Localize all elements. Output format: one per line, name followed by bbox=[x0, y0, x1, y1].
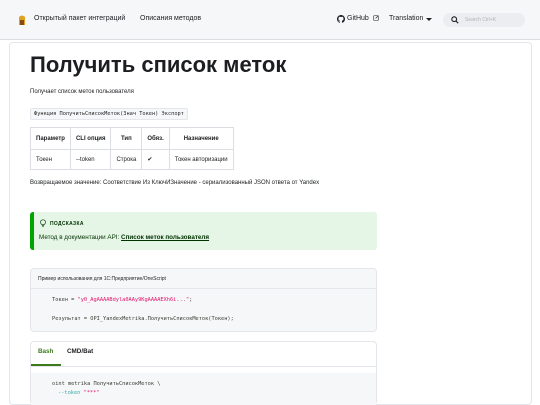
table-header-cell: Обяз. bbox=[141, 127, 170, 150]
lightbulb-icon bbox=[40, 219, 46, 227]
table-cell: Токен bbox=[30, 149, 71, 170]
table-header-cell: Назначение bbox=[168, 127, 234, 150]
divider bbox=[30, 366, 377, 367]
table-cell: Строка bbox=[110, 149, 143, 170]
api-docs-link[interactable]: Список меток пользователя bbox=[121, 234, 209, 241]
table-header-row: Параметр CLI опция Тип Обяз. Назначение bbox=[30, 127, 234, 150]
table-cell: --token bbox=[69, 149, 112, 170]
code-token-var: Токен = bbox=[52, 297, 78, 303]
logo-icon[interactable] bbox=[17, 14, 27, 26]
github-icon[interactable] bbox=[337, 15, 345, 23]
table-header-cell: Тип bbox=[110, 127, 143, 150]
return-value-text: Возвращаемое значение: Соответствие Из К… bbox=[30, 180, 320, 186]
table-header-cell: Параметр bbox=[30, 127, 71, 150]
nav-link-methods[interactable]: Описания методов bbox=[140, 15, 201, 22]
tip-text-prefix: Метод в документации API: bbox=[39, 234, 122, 241]
code-line: Результат = OPI_YandexMetrika.ПолучитьСп… bbox=[52, 316, 234, 322]
cli-code-line: oint metrika ПолучитьСписокМеток \ bbox=[52, 381, 161, 387]
function-signature: Функция ПолучитьСписокМеток(Знач Токен) … bbox=[30, 108, 188, 120]
cli-code-block bbox=[31, 373, 376, 405]
table-row: Токен --token Строка ✔ Токен авторизации bbox=[30, 149, 234, 170]
code-line: Токен = "y0_AgAAAABdyla0AAy9KgAAAAEXh6i.… bbox=[52, 297, 192, 303]
code-token-end: ; bbox=[189, 297, 193, 303]
search-icon bbox=[451, 16, 459, 24]
table-cell: ✔ bbox=[141, 149, 170, 170]
tip-admonition bbox=[30, 212, 377, 250]
code-token-string: "y0_AgAAAABdyla0AAy9KgAAAAEXh6i..." bbox=[77, 297, 190, 303]
page-title: Получить список меток bbox=[30, 52, 287, 77]
github-link[interactable]: GitHub bbox=[347, 15, 369, 22]
cli-flag-value: "***" bbox=[83, 390, 100, 396]
code-block-title: Пример использования для 1С:Предприятие/… bbox=[38, 276, 166, 282]
tip-text: Метод в документации API: Список меток п… bbox=[39, 234, 209, 241]
tip-heading: ПОДСКАЗКА bbox=[50, 221, 84, 227]
translation-dropdown[interactable]: Translation bbox=[389, 15, 423, 22]
chevron-down-icon bbox=[426, 18, 432, 21]
params-table: Параметр CLI опция Тип Обяз. Назначение … bbox=[30, 127, 234, 170]
top-navbar: Открытый пакет интеграций Описания метод… bbox=[0, 0, 540, 40]
page-subtitle: Получает список меток пользователя bbox=[30, 89, 134, 95]
cli-code-line: --token "***" bbox=[58, 390, 99, 396]
tab-bash[interactable]: Bash bbox=[38, 348, 53, 355]
tab-cmd-bat[interactable]: CMD/Bat bbox=[67, 348, 93, 355]
external-link-icon bbox=[373, 15, 379, 21]
table-cell: Токен авторизации bbox=[168, 149, 234, 170]
cli-flag: --token bbox=[58, 390, 81, 396]
brand-link[interactable]: Открытый пакет интеграций bbox=[34, 15, 125, 22]
divider bbox=[30, 288, 377, 289]
table-header-cell: CLI опция bbox=[69, 127, 112, 150]
